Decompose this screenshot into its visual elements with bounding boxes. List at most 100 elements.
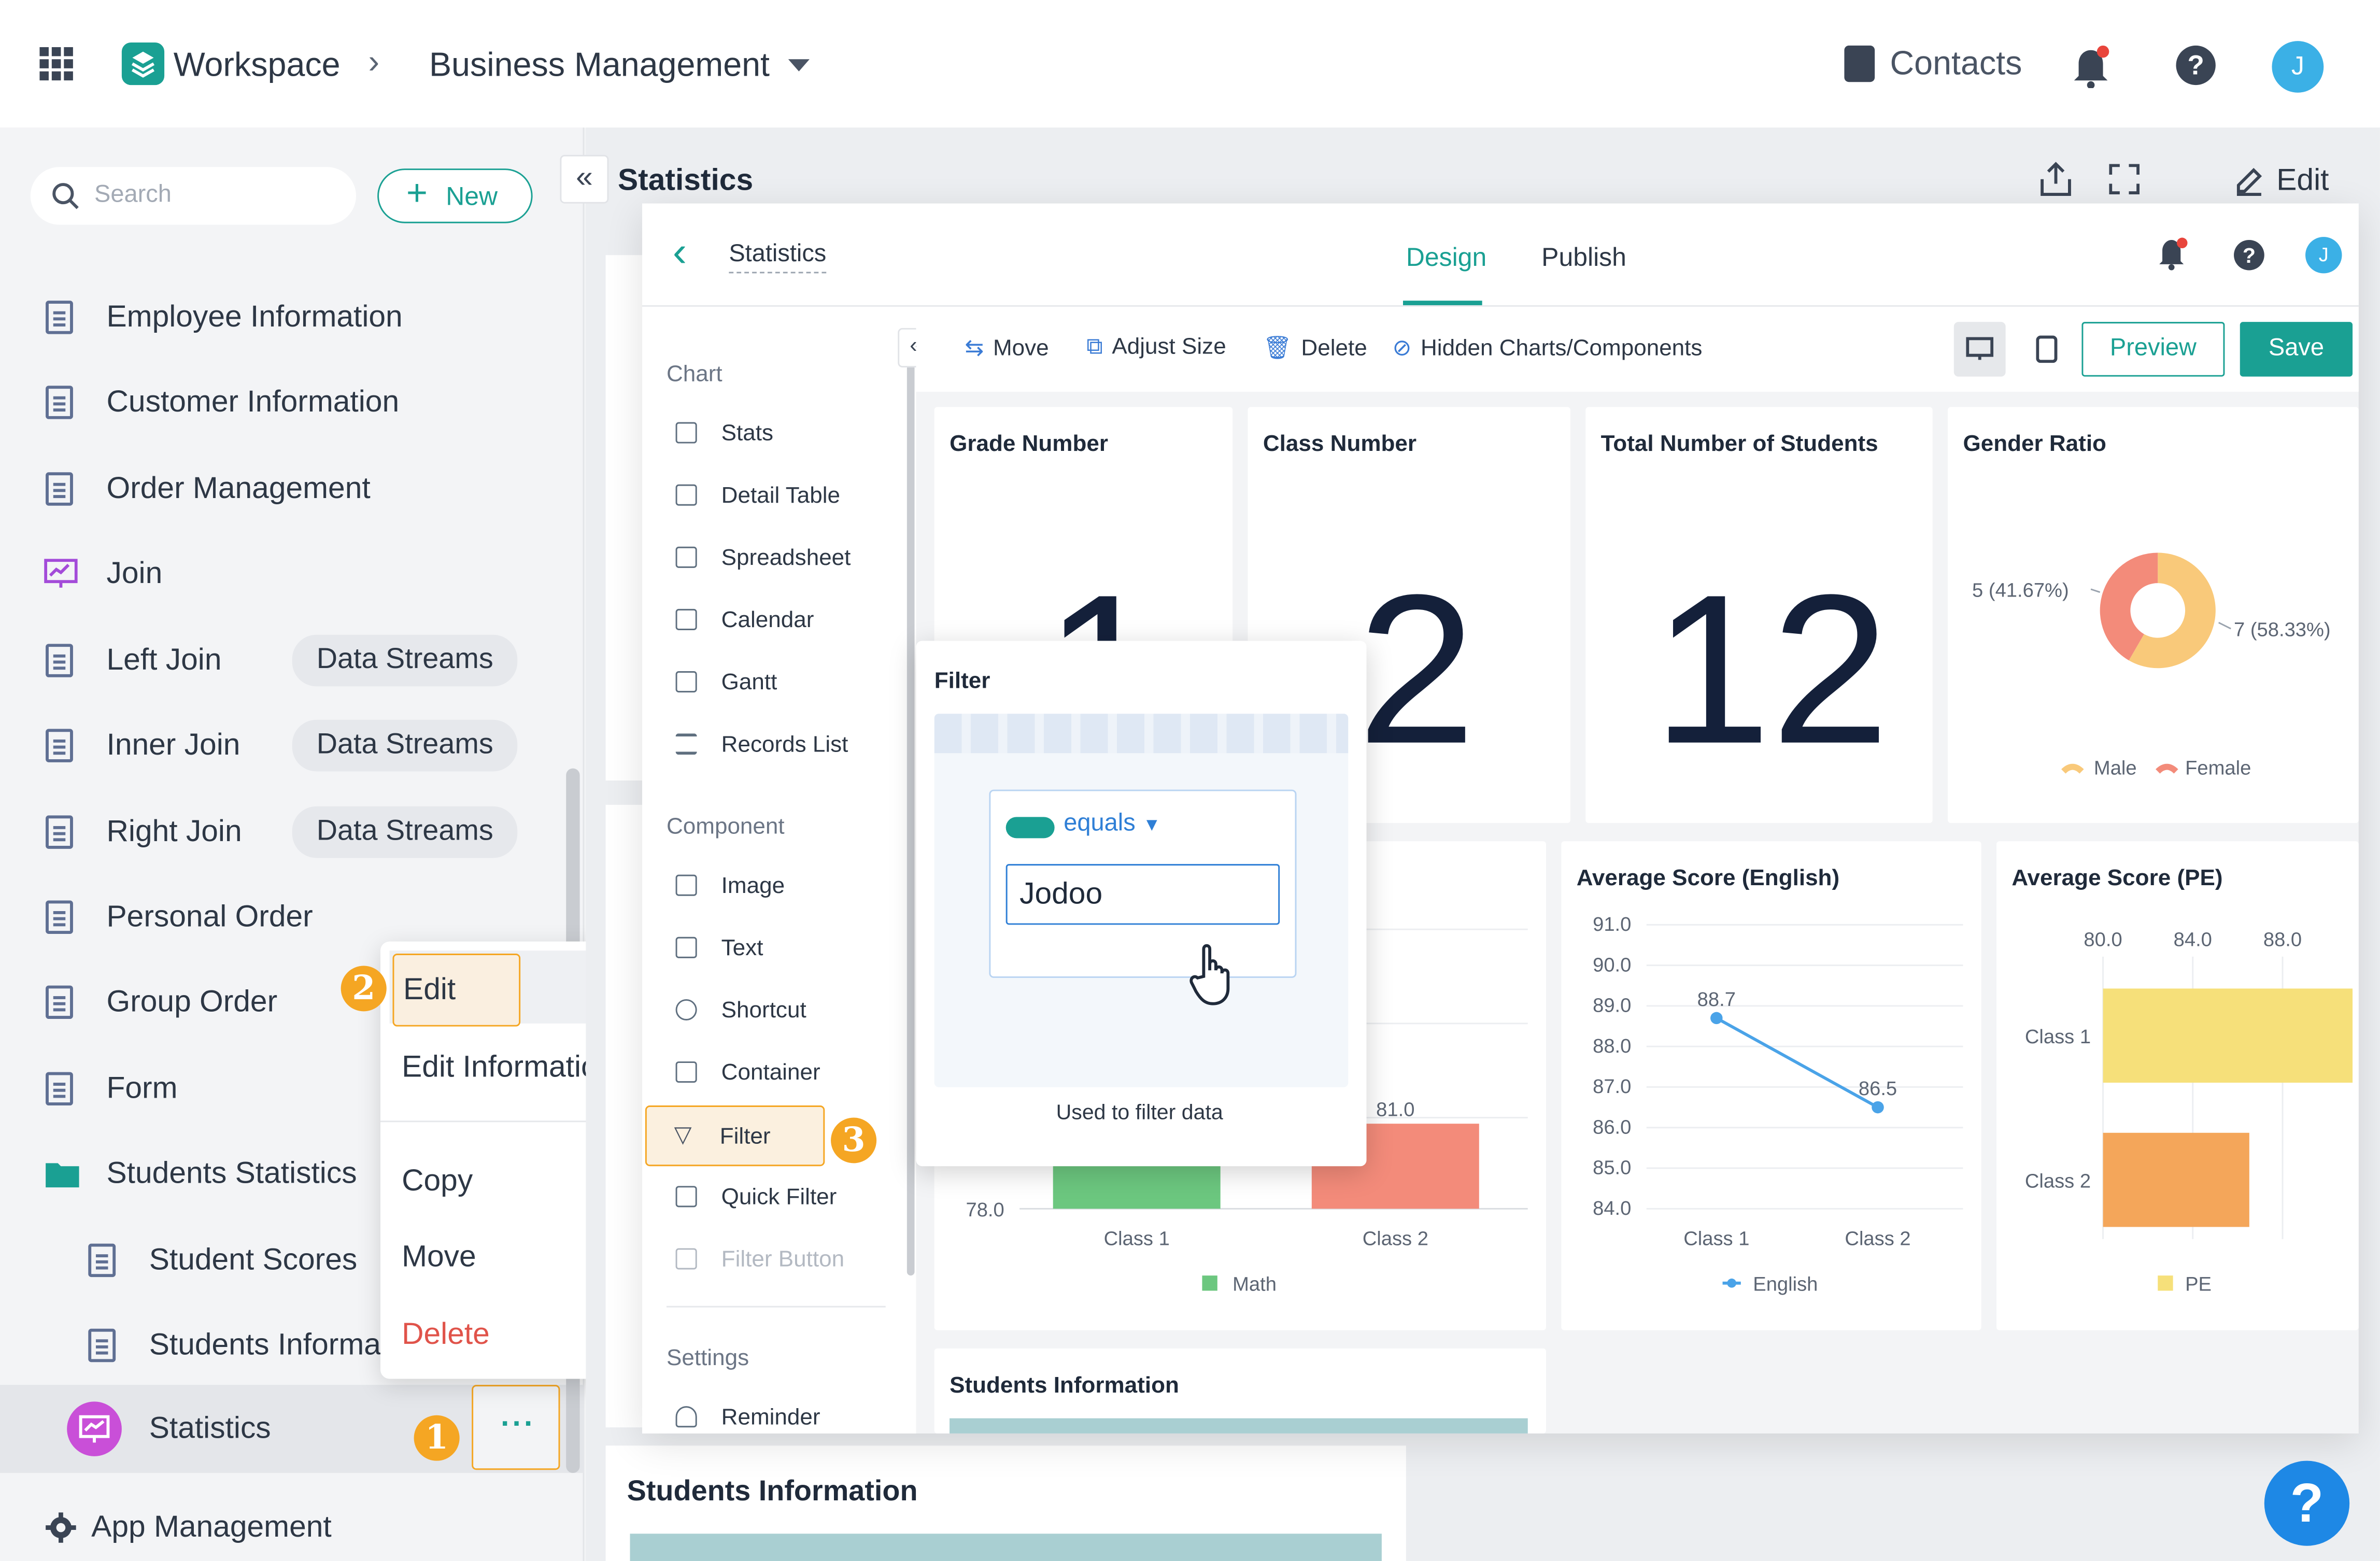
class-number-value: 2 (1357, 549, 1476, 788)
notification-bell-icon[interactable] (2073, 45, 2109, 89)
form-doc-icon (46, 301, 73, 334)
app-management-link[interactable]: App Management (46, 1507, 502, 1552)
component-item-text[interactable]: Text (675, 925, 763, 970)
context-copy[interactable]: Copy (402, 1165, 473, 1199)
form-doc-icon (46, 386, 73, 419)
chart-item-detail-table[interactable]: Detail Table (675, 472, 840, 518)
chart-item-stats[interactable]: Stats (675, 410, 773, 456)
more-options-button[interactable]: ··· (472, 1385, 560, 1470)
sidebar-item-order-management[interactable]: Order Management (0, 452, 584, 526)
sidebar-item-right-join[interactable]: Right Join Data Streams (0, 796, 584, 869)
filter-widget-mock: equals ▼ Jodoo (989, 789, 1297, 1005)
context-edit[interactable]: Edit (392, 954, 521, 1027)
settings-item-reminder[interactable]: Reminder (675, 1394, 820, 1440)
designer-title[interactable]: Statistics (729, 242, 827, 274)
delete-tool[interactable]: 🗑 Delete (1263, 334, 1367, 361)
text-icon (675, 936, 697, 958)
component-item-filter-button[interactable]: Filter Button (675, 1236, 844, 1282)
hidden-charts-tool[interactable]: ⊘ Hidden Charts/Components (1392, 334, 1702, 361)
help-icon[interactable]: ? (2234, 239, 2264, 271)
form-doc-icon (46, 644, 73, 677)
context-edit-label: Edit (403, 973, 456, 1007)
component-item-quick-filter[interactable]: Quick Filter (675, 1174, 837, 1219)
students-information-card[interactable]: Students Information (934, 1348, 1546, 1434)
component-item-shortcut[interactable]: Shortcut (675, 987, 806, 1033)
step-badge-1: 1 (414, 1415, 460, 1461)
preview-button[interactable]: Preview (2081, 322, 2225, 377)
x-tick-label: Class 2 (1363, 1228, 1428, 1250)
total-students-card[interactable]: Total Number of Students 12 (1585, 407, 1933, 824)
search-box[interactable]: Search (30, 167, 357, 225)
edit-page-button[interactable]: Edit (2231, 161, 2353, 204)
floating-help-button[interactable]: ? (2264, 1460, 2350, 1546)
search-placeholder: Search (94, 182, 172, 208)
settings-section-header: Settings (666, 1345, 749, 1371)
gantt-icon (675, 671, 697, 693)
toggle-pill (1005, 817, 1055, 839)
component-item-container[interactable]: Container (675, 1049, 820, 1095)
save-button[interactable]: Save (2240, 322, 2353, 377)
legend-english-dot (1727, 1279, 1736, 1288)
component-item-image[interactable]: Image (675, 862, 785, 908)
chart-item-gantt[interactable]: Gantt (675, 659, 777, 705)
data-streams-chip: Data Streams (292, 719, 518, 772)
contacts-book-icon[interactable] (1844, 45, 1875, 82)
panel-scrollbar[interactable] (906, 364, 915, 1276)
pencil-icon (2236, 168, 2262, 196)
ellipsis-icon: ··· (500, 1408, 536, 1441)
adjust-size-tool[interactable]: ⧉ Adjust Size (1086, 334, 1226, 360)
desktop-view-toggle[interactable] (1953, 322, 2006, 377)
fullscreen-icon[interactable] (2109, 164, 2140, 195)
caret-down-icon[interactable] (788, 59, 810, 72)
x-tick-label: Class 1 (1683, 1228, 1749, 1250)
list-icon (675, 733, 697, 755)
context-delete[interactable]: Delete (402, 1318, 490, 1353)
sidebar-item-inner-join[interactable]: Inner Join Data Streams (0, 709, 584, 782)
move-arrows-icon: ⇆ (965, 335, 984, 362)
bar-class-1 (2103, 988, 2353, 1083)
chart-item-spreadsheet[interactable]: Spreadsheet (675, 534, 851, 580)
legend-math-label: Math (1232, 1273, 1277, 1296)
move-tool[interactable]: ⇆ Move (965, 334, 1049, 362)
user-avatar[interactable]: J (2272, 41, 2324, 93)
y-tick-label: 86.0 (1593, 1116, 1631, 1138)
pe-bar-card[interactable]: Average Score (PE) 80.0 84.0 88.0 Class 1 Cl… (1996, 841, 2359, 1330)
data-streams-chip: Data Streams (292, 806, 518, 858)
tab-design[interactable]: Design (1406, 243, 1486, 274)
apps-grid-icon[interactable] (39, 47, 73, 81)
form-doc-icon (46, 1072, 73, 1106)
sidebar-item-customer-information[interactable]: Customer Information (0, 366, 584, 439)
back-arrow-icon[interactable]: ‹ (673, 228, 687, 277)
designer-user-avatar[interactable]: J (2305, 237, 2342, 274)
sidebar-item-join[interactable]: Join (0, 537, 584, 611)
operator-dropdown-icon: ▼ (1142, 814, 1161, 835)
notification-bell-icon[interactable] (2158, 237, 2188, 271)
contacts-link[interactable]: Contacts (1890, 44, 2022, 83)
data-label: 88.7 (1697, 988, 1736, 1011)
component-item-filter[interactable]: ▽ Filter (645, 1105, 825, 1167)
students-table-header (950, 1418, 1528, 1434)
workspace-link[interactable]: Workspace (174, 46, 341, 85)
new-button[interactable]: + New (377, 168, 533, 223)
english-line-card[interactable]: Average Score (English) 91.0 90.0 89.0 88.0… (1561, 841, 1981, 1330)
x-tick-label: Class 1 (1104, 1228, 1170, 1250)
context-edit-information[interactable]: Edit Information (402, 1051, 615, 1086)
breadcrumb-app[interactable]: Business Management (429, 46, 770, 85)
y-tick-label: 88.0 (1593, 1035, 1631, 1057)
bg-card (605, 255, 645, 781)
tab-publish[interactable]: Publish (1541, 243, 1626, 274)
bar-class-2 (2103, 1132, 2249, 1227)
chart-item-records-list[interactable]: Records List (675, 721, 848, 767)
gender-ratio-card[interactable]: Gender Ratio 7 (58.33%) 5 (41.67%) Male Fem… (1948, 407, 2359, 824)
collapse-sidebar-button[interactable]: « (560, 154, 609, 204)
filter-funnel-icon: ▽ (674, 1122, 692, 1148)
sidebar-item-employee-information[interactable]: Employee Information (0, 281, 584, 354)
help-icon[interactable]: ? (2176, 45, 2216, 86)
pe-bar-chart: 80.0 84.0 88.0 Class 1 Class 2 PE (2025, 928, 2353, 1295)
filter-popup-title: Filter (934, 668, 990, 694)
sidebar-item-left-join[interactable]: Left Join Data Streams (0, 624, 584, 697)
chart-item-calendar[interactable]: Calendar (675, 597, 814, 642)
mobile-view-toggle[interactable] (2027, 322, 2070, 376)
context-move[interactable]: Move (402, 1241, 476, 1275)
share-export-icon[interactable] (2039, 161, 2073, 197)
